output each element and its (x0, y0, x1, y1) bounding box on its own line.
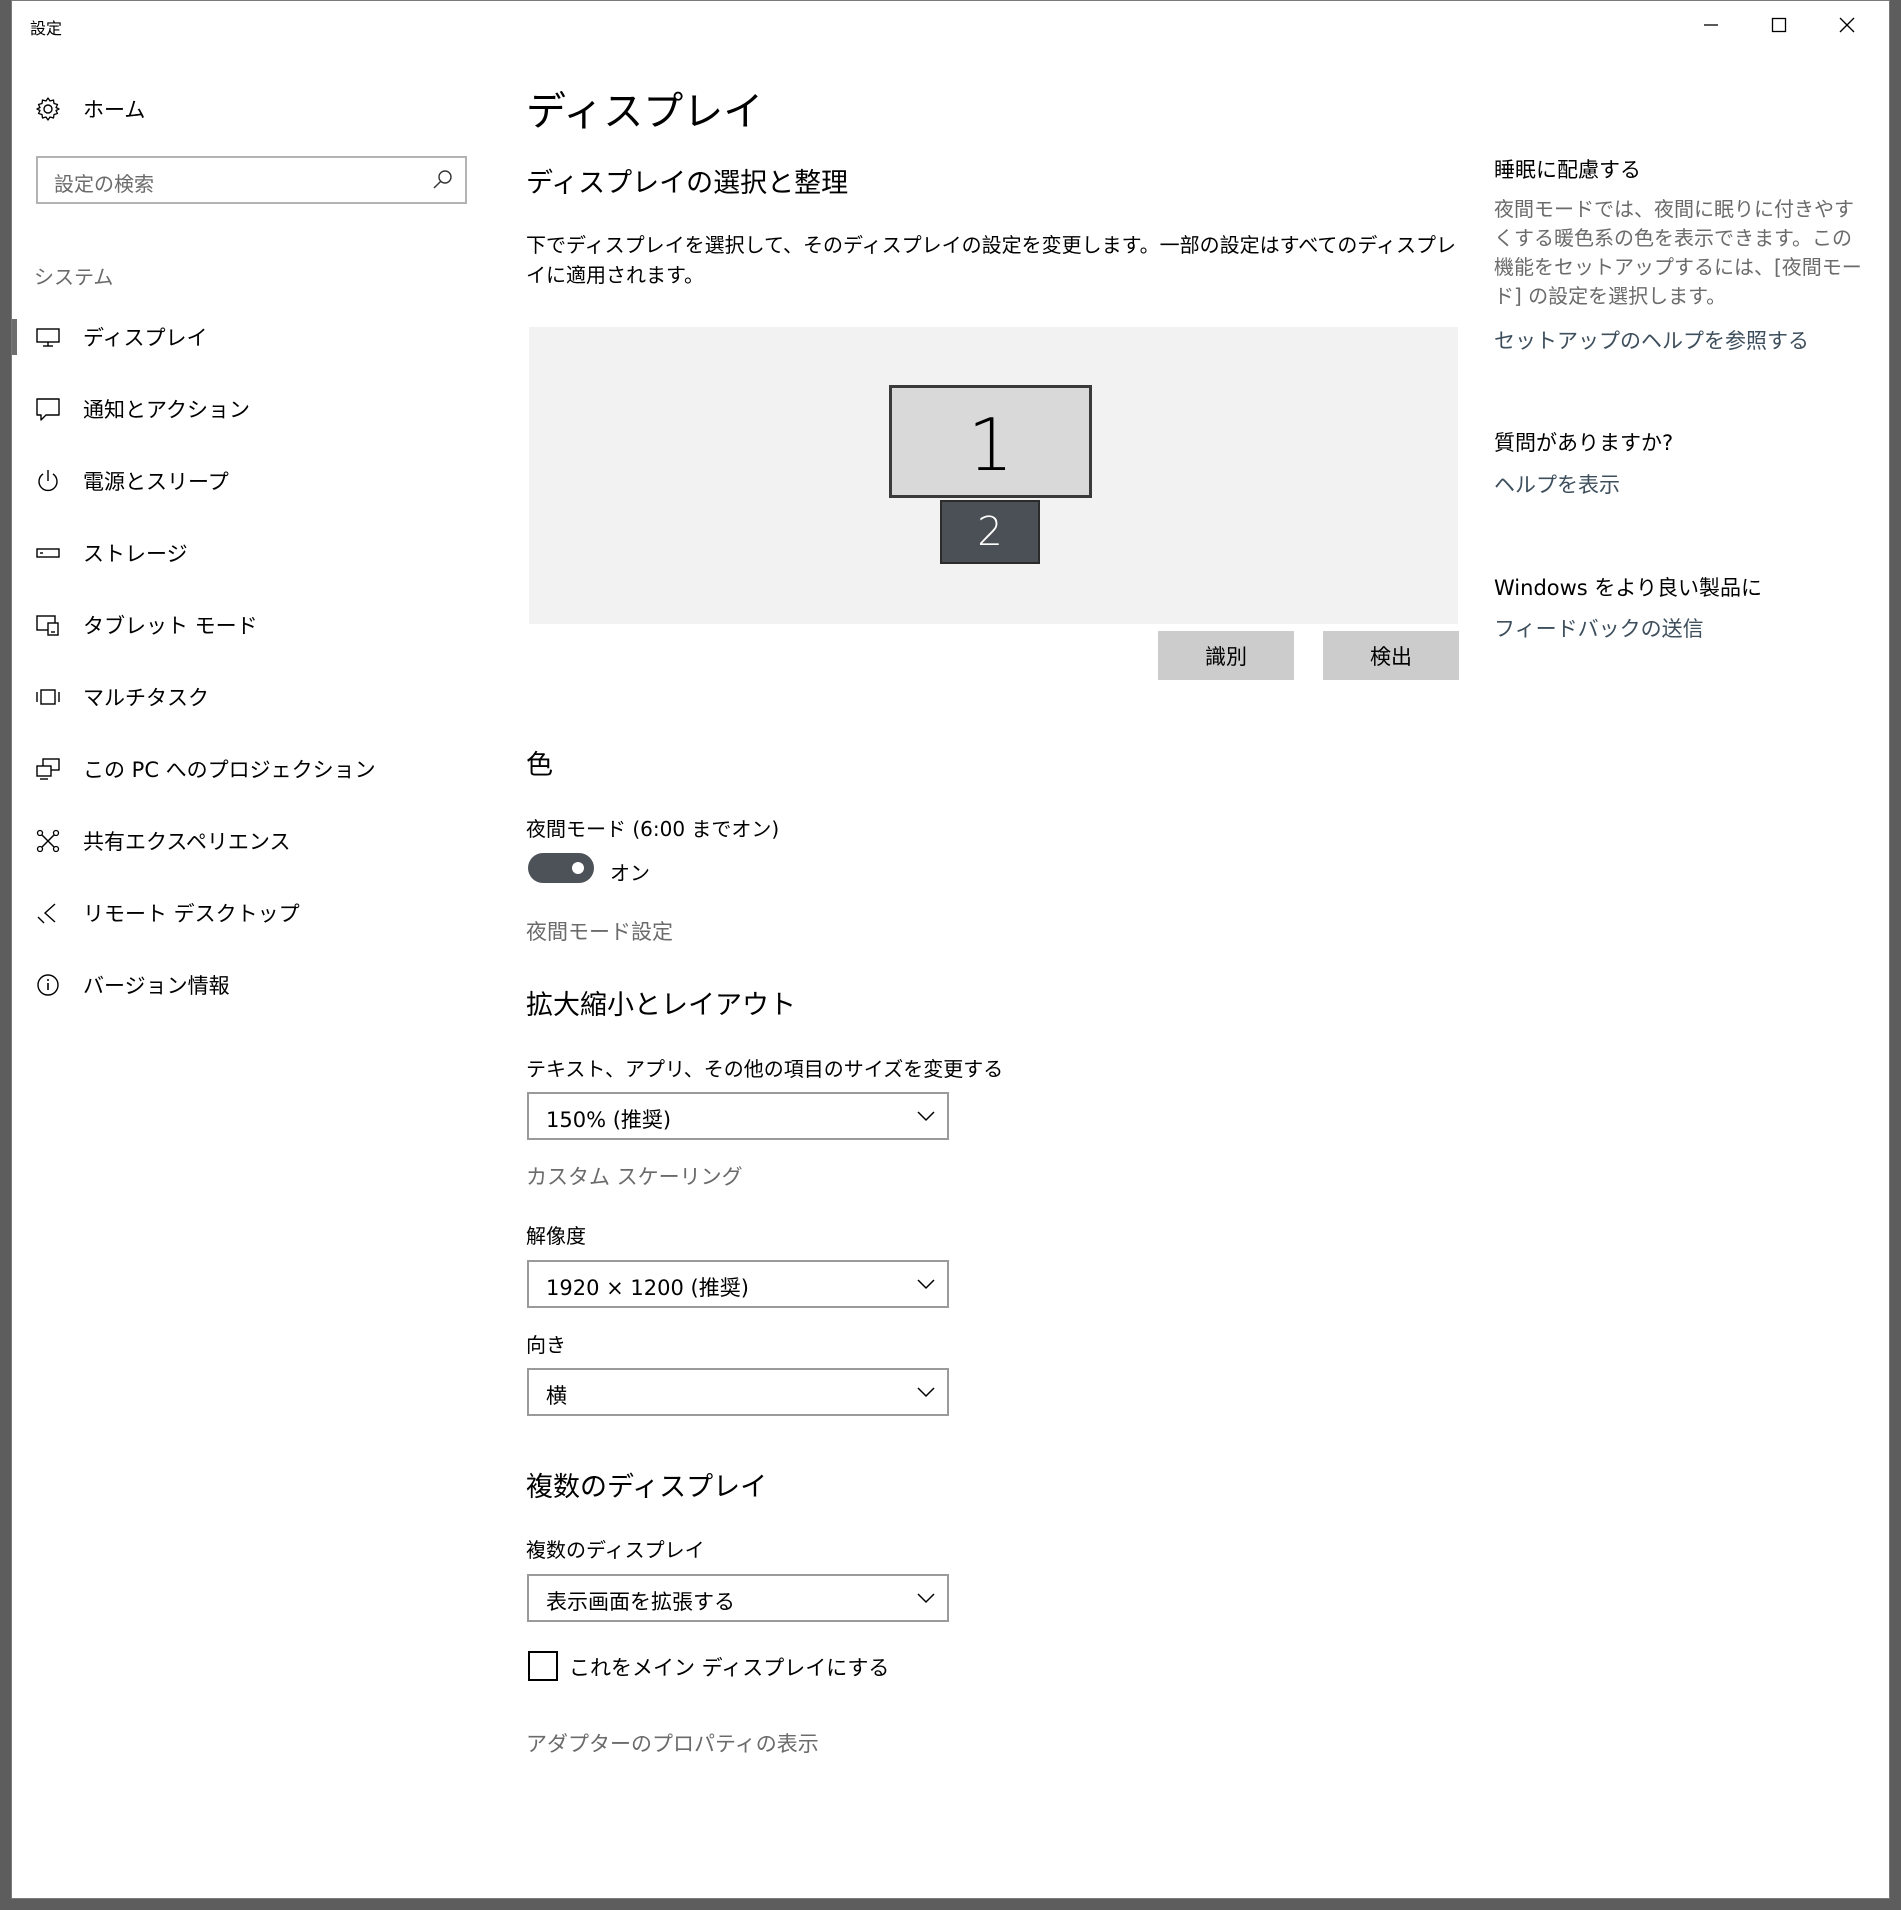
selected-indicator (12, 319, 17, 355)
detect-button[interactable]: 検出 (1323, 631, 1459, 680)
help-link[interactable]: ヘルプを表示 (1494, 469, 1620, 499)
main-display-checkbox-label[interactable]: これをメイン ディスプレイにする (569, 1652, 889, 1682)
sidebar-item-about[interactable]: バージョン情報 (34, 965, 230, 1005)
sidebar-item-label: 共有エクスペリエンス (83, 830, 291, 854)
scale-section-title: 拡大縮小とレイアウト (526, 990, 796, 1021)
sleep-description: 夜間モードでは、夜間に眠りに付きやすくする暖色系の色を表示できます。この機能をセ… (1494, 197, 1862, 308)
sidebar-item-label: バージョン情報 (83, 974, 230, 998)
sidebar-item-projection[interactable]: この PC へのプロジェクション (34, 749, 376, 789)
chevron-down-icon (917, 1593, 935, 1604)
sidebar-item-label: マルチタスク (83, 686, 209, 710)
gear-icon (34, 95, 62, 123)
identify-button[interactable]: 識別 (1158, 631, 1294, 680)
shared-experience-icon (34, 827, 62, 855)
toggle-state-label: オン (610, 861, 650, 885)
multi-display-dropdown-value: 表示画面を拡張する (546, 1590, 735, 1614)
sidebar-item-notifications[interactable]: 通知とアクション (34, 389, 250, 429)
night-mode-label: 夜間モード (6:00 までオン) (526, 817, 780, 841)
select-section-title: ディスプレイの選択と整理 (526, 168, 849, 199)
orientation-dropdown[interactable]: 横 (527, 1368, 949, 1416)
projection-icon (34, 755, 62, 783)
size-label: テキスト、アプリ、その他の項目のサイズを変更する (526, 1057, 1004, 1081)
monitor-2[interactable]: 2 (940, 500, 1040, 564)
sidebar-item-label: タブレット モード (83, 614, 258, 638)
multi-display-label: 複数のディスプレイ (526, 1538, 705, 1562)
multi-display-section-title: 複数のディスプレイ (526, 1472, 768, 1503)
tablet-mode-icon (34, 611, 62, 639)
settings-window: 設定 ホーム 設定の検索 システム ディスプレイ 通知とアクション 電源とスリー… (11, 0, 1890, 1899)
orientation-label: 向き (526, 1333, 566, 1357)
window-title: 設定 (30, 19, 63, 38)
multitask-icon (34, 683, 62, 711)
sidebar-item-tablet-mode[interactable]: タブレット モード (34, 605, 258, 645)
sidebar-section-system: システム (34, 265, 114, 289)
minimize-icon (1704, 24, 1718, 26)
search-input[interactable]: 設定の検索 (54, 168, 154, 197)
remote-desktop-icon (34, 899, 62, 927)
sidebar-item-label: 通知とアクション (83, 398, 250, 422)
sidebar-item-remote-desktop[interactable]: リモート デスクトップ (34, 893, 300, 933)
sidebar-home-label: ホーム (83, 98, 146, 122)
close-icon (1839, 17, 1855, 33)
search-box[interactable]: 設定の検索 (36, 156, 467, 204)
monitor-1[interactable]: 1 (889, 385, 1092, 498)
setup-help-link[interactable]: セットアップのヘルプを参照する (1494, 325, 1809, 355)
maximize-icon (1771, 17, 1787, 33)
sidebar-item-label: 電源とスリープ (83, 470, 229, 494)
sidebar-item-shared-experience[interactable]: 共有エクスペリエンス (34, 821, 290, 861)
scale-dropdown[interactable]: 150% (推奨) (527, 1092, 949, 1140)
notification-icon (34, 395, 62, 423)
resolution-dropdown-value: 1920 × 1200 (推奨) (546, 1276, 749, 1300)
resolution-dropdown[interactable]: 1920 × 1200 (推奨) (527, 1260, 949, 1308)
main-display-checkbox[interactable] (528, 1651, 558, 1681)
maximize-button[interactable] (1745, 1, 1813, 49)
title-bar: 設定 (12, 1, 1889, 49)
sidebar-home[interactable]: ホーム (34, 91, 145, 127)
monitor-icon (34, 323, 62, 351)
night-mode-settings-link[interactable]: 夜間モード設定 (526, 916, 673, 946)
orientation-dropdown-value: 横 (546, 1384, 567, 1408)
toggle-knob (572, 862, 584, 874)
sidebar-item-label: リモート デスクトップ (83, 902, 300, 926)
chevron-down-icon (917, 1387, 935, 1398)
adapter-properties-link[interactable]: アダプターのプロパティの表示 (526, 1728, 819, 1758)
sidebar-item-multitask[interactable]: マルチタスク (34, 677, 209, 717)
multi-display-dropdown[interactable]: 表示画面を拡張する (527, 1574, 949, 1622)
color-section-title: 色 (526, 750, 553, 781)
sidebar-item-label: この PC へのプロジェクション (83, 758, 376, 782)
chevron-down-icon (917, 1279, 935, 1290)
chevron-down-icon (917, 1111, 935, 1122)
select-section-description: 下でディスプレイを選択して、そのディスプレイの設定を変更します。一部の設定はすべ… (526, 233, 1456, 287)
sidebar-item-label: ディスプレイ (83, 326, 208, 350)
sidebar-item-display[interactable]: ディスプレイ (34, 317, 208, 357)
page-title: ディスプレイ (526, 89, 764, 135)
info-icon (34, 971, 62, 999)
close-button[interactable] (1813, 1, 1881, 49)
scale-dropdown-value: 150% (推奨) (546, 1108, 672, 1132)
custom-scaling-link[interactable]: カスタム スケーリング (526, 1161, 743, 1191)
display-arrangement-area[interactable]: 1 2 (529, 327, 1458, 624)
monitor-2-number: 2 (977, 509, 1003, 555)
storage-icon (34, 539, 62, 567)
sidebar-item-storage[interactable]: ストレージ (34, 533, 188, 573)
sidebar-item-label: ストレージ (83, 542, 188, 566)
minimize-button[interactable] (1677, 1, 1745, 49)
feedback-link[interactable]: フィードバックの送信 (1494, 613, 1704, 643)
power-icon (34, 467, 62, 495)
feedback-title: Windows をより良い製品に (1494, 576, 1762, 600)
night-mode-toggle[interactable] (528, 853, 594, 883)
sidebar-item-power[interactable]: 電源とスリープ (34, 461, 229, 501)
monitor-1-number: 1 (967, 402, 1014, 487)
resolution-label: 解像度 (526, 1224, 586, 1248)
question-title: 質問がありますか? (1494, 431, 1674, 455)
sleep-title: 睡眠に配慮する (1494, 158, 1641, 182)
search-icon (433, 170, 452, 189)
